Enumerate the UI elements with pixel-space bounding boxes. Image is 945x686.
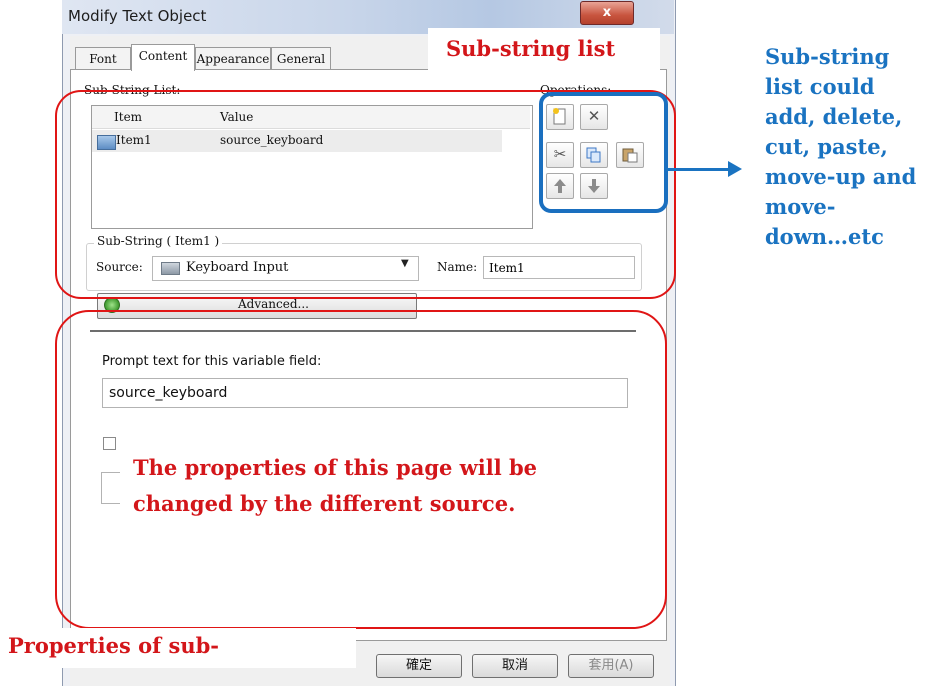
side-note-line: move-up and bbox=[765, 164, 917, 189]
close-button[interactable]: x bbox=[580, 1, 634, 25]
side-annotation: Sub-string list could add, delete, cut, … bbox=[765, 42, 916, 252]
tab-font[interactable]: Font bbox=[75, 47, 131, 70]
cancel-button[interactable]: 取消 bbox=[472, 654, 558, 678]
substring-list-annotation: Sub-string list bbox=[446, 36, 616, 61]
operations-highlight bbox=[539, 92, 668, 213]
side-note-line: cut, paste, bbox=[765, 134, 888, 159]
tab-general[interactable]: General bbox=[271, 47, 331, 70]
properties-note-line: changed by the different source. bbox=[133, 491, 516, 516]
side-note-line: add, delete, bbox=[765, 104, 903, 129]
window-title: Modify Text Object bbox=[68, 7, 207, 25]
bottom-caption: Properties of sub- bbox=[8, 633, 219, 658]
side-note-line: list could bbox=[765, 74, 875, 99]
side-note-line: move- bbox=[765, 194, 836, 219]
side-note-line: Sub-string bbox=[765, 44, 890, 69]
apply-button[interactable]: 套用(A) bbox=[568, 654, 654, 678]
advanced-label: Advanced... bbox=[238, 297, 309, 311]
tab-appearance[interactable]: Appearance bbox=[195, 47, 271, 70]
tab-content[interactable]: Content bbox=[131, 44, 195, 71]
ok-button[interactable]: 確定 bbox=[376, 654, 462, 678]
arrow-right-icon bbox=[728, 161, 742, 177]
side-note-line: down…etc bbox=[765, 224, 884, 249]
properties-note-line: The properties of this page will be bbox=[133, 455, 538, 480]
arrow-line bbox=[666, 168, 732, 171]
properties-annotation: The properties of this page will be chan… bbox=[133, 450, 537, 522]
